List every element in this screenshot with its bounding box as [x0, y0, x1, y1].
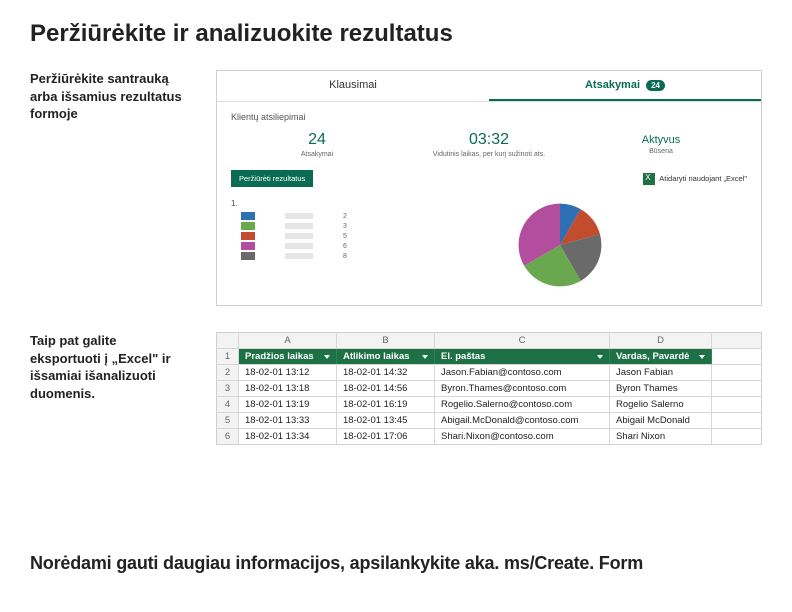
- legend-bar: [285, 223, 313, 229]
- footer-band: Norėdami gauti daugiau informacijos, aps…: [0, 512, 792, 612]
- col-letter[interactable]: B: [337, 333, 435, 348]
- table-row: 318-02-01 13:1818-02-01 14:56Byron.Thame…: [217, 380, 761, 396]
- legend-row: 8: [241, 252, 349, 260]
- stat-status-label: Būsena: [575, 148, 747, 155]
- table-cell[interactable]: 18-02-01 13:45: [337, 413, 435, 428]
- table-cell[interactable]: Abigail.McDonald@contoso.com: [435, 413, 610, 428]
- table-cell[interactable]: 18-02-01 16:19: [337, 397, 435, 412]
- forms-results-panel: Klausimai Atsakymai 24 Klientų atsiliepi…: [216, 70, 762, 306]
- form-title: Klientų atsiliepimai: [217, 102, 761, 126]
- table-cell[interactable]: Rogelio Salerno: [610, 397, 712, 412]
- legend-swatch: [241, 232, 255, 240]
- table-row: 518-02-01 13:3318-02-01 13:45Abigail.McD…: [217, 412, 761, 428]
- table-cell[interactable]: 18-02-01 13:12: [239, 365, 337, 380]
- table-cell[interactable]: Shari.Nixon@contoso.com: [435, 429, 610, 444]
- table-cell[interactable]: Rogelio.Salerno@contoso.com: [435, 397, 610, 412]
- row-number[interactable]: 2: [217, 365, 239, 380]
- table-row: 618-02-01 13:3418-02-01 17:06Shari.Nixon…: [217, 428, 761, 444]
- legend-swatch: [241, 222, 255, 230]
- responses-badge: 24: [646, 80, 665, 91]
- filter-dropdown-icon[interactable]: [597, 355, 603, 359]
- footer-cta: Norėdami gauti daugiau informacijos, aps…: [30, 553, 643, 574]
- table-cell[interactable]: Jason.Fabian@contoso.com: [435, 365, 610, 380]
- tab-responses-label: Atsakymai: [585, 79, 640, 91]
- legend-row: 6: [241, 242, 349, 250]
- table-cell[interactable]: Shari Nixon: [610, 429, 712, 444]
- legend-count: 8: [343, 253, 349, 260]
- question-number: 1.: [231, 199, 349, 208]
- header-label: Vardas, Pavardė: [616, 351, 689, 362]
- row-number[interactable]: 5: [217, 413, 239, 428]
- tab-responses[interactable]: Atsakymai 24: [489, 71, 761, 101]
- col-letter[interactable]: D: [610, 333, 712, 348]
- stat-status: Aktyvus Būsena: [575, 131, 747, 158]
- table-row: 418-02-01 13:1918-02-01 16:19Rogelio.Sal…: [217, 396, 761, 412]
- side-text-1: Peržiūrėkite santrauką arba išsamius rez…: [30, 70, 190, 306]
- stat-status-value: Aktyvus: [575, 134, 747, 146]
- stat-time: 03:32 Vidutinis laikas, per kurį sužinot…: [403, 131, 575, 158]
- open-in-excel-link[interactable]: Atidaryti naudojant „Excel": [643, 173, 747, 185]
- excel-icon: [643, 173, 655, 185]
- stat-responses-value: 24: [231, 131, 403, 149]
- stat-responses-label: Atsakymai: [231, 151, 403, 158]
- legend-row: 5: [241, 232, 349, 240]
- table-cell[interactable]: 18-02-01 13:34: [239, 429, 337, 444]
- filter-dropdown-icon[interactable]: [422, 355, 428, 359]
- row-number[interactable]: 4: [217, 397, 239, 412]
- row-number[interactable]: 6: [217, 429, 239, 444]
- table-cell[interactable]: 18-02-01 14:56: [337, 381, 435, 396]
- table-cell[interactable]: Jason Fabian: [610, 365, 712, 380]
- legend-bar: [285, 243, 313, 249]
- table-header-cell[interactable]: Pradžios laikas: [239, 349, 337, 364]
- table-header-cell[interactable]: El. paštas: [435, 349, 610, 364]
- table-cell[interactable]: 18-02-01 17:06: [337, 429, 435, 444]
- legend-row: 3: [241, 222, 349, 230]
- legend-count: 6: [343, 243, 349, 250]
- legend-swatch: [241, 212, 255, 220]
- table-cell[interactable]: 18-02-01 13:19: [239, 397, 337, 412]
- legend-swatch: [241, 252, 255, 260]
- table-row: 218-02-01 13:1218-02-01 14:32Jason.Fabia…: [217, 364, 761, 380]
- tab-questions[interactable]: Klausimai: [217, 71, 489, 101]
- row-number[interactable]: 3: [217, 381, 239, 396]
- filter-dropdown-icon[interactable]: [699, 355, 705, 359]
- page-title: Peržiūrėkite ir analizuokite rezultatus: [30, 20, 762, 48]
- legend-count: 5: [343, 233, 349, 240]
- view-results-button[interactable]: Peržiūrėti rezultatus: [231, 170, 313, 187]
- legend: 2 3 5 6 8: [241, 212, 349, 260]
- table-header-cell[interactable]: Atlikimo laikas: [337, 349, 435, 364]
- header-label: Pradžios laikas: [245, 351, 314, 362]
- stat-time-label: Vidutinis laikas, per kurį sužinoti ats.: [403, 151, 575, 158]
- legend-count: 2: [343, 213, 349, 220]
- pie-chart: [514, 199, 606, 291]
- grid-corner: [217, 333, 239, 348]
- row-number[interactable]: 1: [217, 349, 239, 364]
- legend-bar: [285, 253, 313, 259]
- table-cell[interactable]: Byron Thames: [610, 381, 712, 396]
- table-cell[interactable]: Byron.Thames@contoso.com: [435, 381, 610, 396]
- table-cell[interactable]: 18-02-01 14:32: [337, 365, 435, 380]
- table-cell[interactable]: 18-02-01 13:18: [239, 381, 337, 396]
- open-in-excel-label: Atidaryti naudojant „Excel": [659, 174, 747, 183]
- legend-row: 2: [241, 212, 349, 220]
- table-cell[interactable]: 18-02-01 13:33: [239, 413, 337, 428]
- filter-dropdown-icon[interactable]: [324, 355, 330, 359]
- legend-count: 3: [343, 223, 349, 230]
- header-label: Atlikimo laikas: [343, 351, 410, 362]
- legend-bar: [285, 233, 313, 239]
- stat-responses: 24 Atsakymai: [231, 131, 403, 158]
- legend-swatch: [241, 242, 255, 250]
- table-cell[interactable]: Abigail McDonald: [610, 413, 712, 428]
- table-header-cell[interactable]: Vardas, Pavardė: [610, 349, 712, 364]
- col-letter[interactable]: A: [239, 333, 337, 348]
- legend-bar: [285, 213, 313, 219]
- side-text-2: Taip pat galite eksportuoti į „Excel" ir…: [30, 332, 190, 445]
- header-label: El. paštas: [441, 351, 485, 362]
- col-letter[interactable]: C: [435, 333, 610, 348]
- stat-time-value: 03:32: [403, 131, 575, 149]
- excel-grid: ABCD 1 Pradžios laikas Atlikimo laikas El. p…: [216, 332, 762, 445]
